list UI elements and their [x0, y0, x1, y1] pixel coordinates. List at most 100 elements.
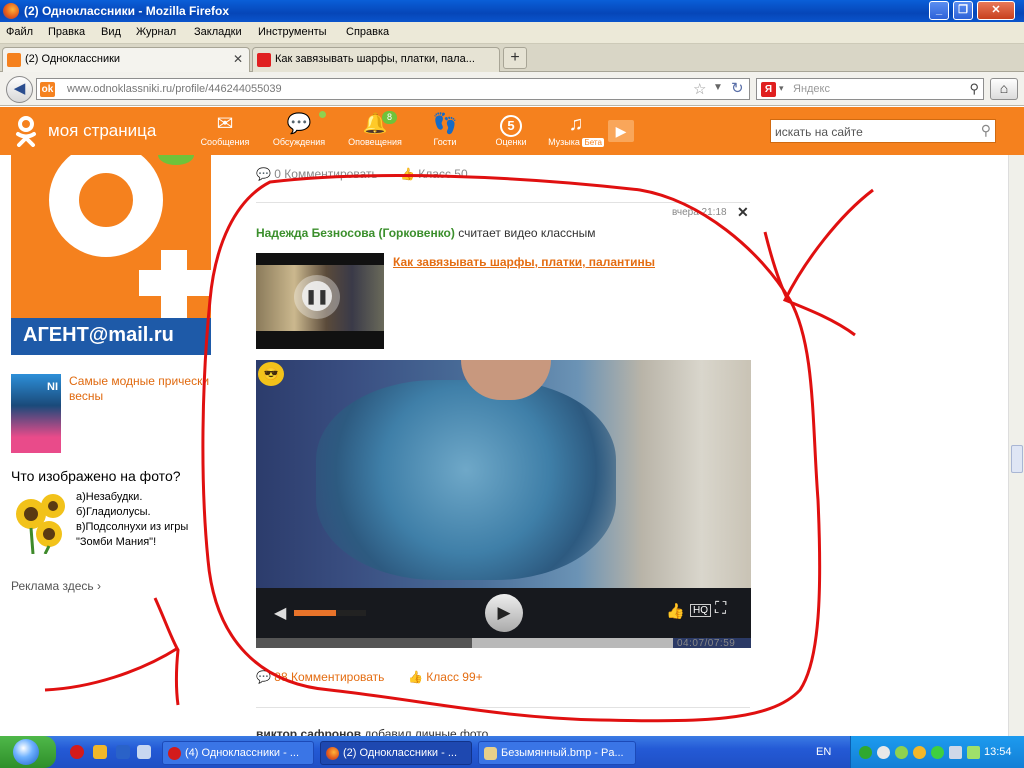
start-button[interactable] [0, 736, 56, 768]
quiz-option[interactable]: б)Гладиолусы. [76, 505, 188, 520]
sunflower-image[interactable] [11, 492, 69, 554]
search-placeholder: Яндекс [793, 83, 830, 95]
volume-icon[interactable]: ◀ [274, 603, 286, 623]
music-play-icon[interactable]: ▶ [608, 120, 634, 142]
promo-link[interactable]: Самые модные прически весны [69, 374, 214, 404]
icq-icon[interactable] [931, 746, 944, 759]
reload-icon[interactable]: ↻ [731, 79, 744, 97]
thumbs-up-icon: 👍 [400, 167, 415, 181]
volume-tray-icon[interactable] [949, 746, 962, 759]
fullscreen-icon[interactable]: ⛶ [715, 600, 726, 618]
promo-photo[interactable]: NI [11, 374, 61, 453]
agent-tray-icon[interactable] [913, 746, 926, 759]
minimize-icon[interactable]: _ [929, 1, 949, 20]
menu-history[interactable]: Журнал [136, 26, 176, 38]
agent-mail-logo[interactable]: АГЕНТ@mail.ru [11, 318, 211, 355]
tab-youtube[interactable]: Как завязывать шарфы, платки, пала... [252, 47, 500, 72]
nav-notifications[interactable]: 🔔 Оповещения 8 [345, 111, 405, 147]
menu-bar: Файл Правка Вид Журнал Закладки Инструме… [0, 22, 1024, 44]
menu-view[interactable]: Вид [101, 26, 121, 38]
quiz-option[interactable]: в)Подсолнухи из игры [76, 520, 188, 535]
video-controls: ◀ ▶ 👍 HQ ⛶ [256, 588, 751, 638]
next-author-link[interactable]: виктор сафронов [256, 727, 361, 736]
search-icon[interactable]: ⚲ [969, 81, 979, 97]
history-dropdown-icon[interactable]: ▼ [713, 82, 723, 93]
quiz-option[interactable]: "Зомби Мания"! [76, 535, 188, 550]
ok-favicon-icon [7, 53, 21, 67]
nav-label: Сообщения [200, 137, 250, 147]
tab-odnoklassniki[interactable]: (2) Одноклассники ✕ [2, 47, 250, 72]
task-opera[interactable]: (4) Одноклассники - ... [162, 741, 314, 765]
menu-file[interactable]: Файл [6, 26, 33, 38]
task-paint[interactable]: Безымянный.bmp - Pa... [478, 741, 636, 765]
play-button[interactable]: ▶ [485, 594, 523, 632]
menu-tools[interactable]: Инструменты [258, 26, 327, 38]
author-link[interactable]: Надежда Безносова (Горковенко) [256, 226, 455, 240]
menu-help[interactable]: Справка [346, 26, 389, 38]
nav-guests[interactable]: 👣 Гости [415, 111, 475, 147]
back-button[interactable]: ◀ [6, 76, 33, 103]
menu-bookmarks[interactable]: Закладки [194, 26, 242, 38]
site-search-input[interactable]: искать на сайте ⚲ [770, 119, 996, 143]
network-icon[interactable] [967, 746, 980, 759]
prev-comments-link[interactable]: 💬 0 Комментировать [256, 167, 378, 181]
hq-button[interactable]: HQ [690, 604, 711, 617]
nav-ratings[interactable]: 5 Оценки [481, 111, 541, 147]
opera-icon[interactable] [70, 745, 84, 759]
menu-edit[interactable]: Правка [48, 26, 85, 38]
engine-dropdown-icon[interactable]: ▾ [779, 83, 784, 94]
show-desktop-icon[interactable] [137, 745, 151, 759]
window-title-bar[interactable]: (2) Одноклассники - Mozilla Firefox _ ❐ … [0, 0, 1024, 22]
comments-link[interactable]: 💬 88 Комментировать [256, 670, 384, 684]
close-icon[interactable]: ✕ [977, 1, 1015, 20]
bookmark-star-icon[interactable]: ☆ [693, 80, 706, 98]
ad-link[interactable]: Реклама здесь › [11, 579, 101, 593]
video-title-link[interactable]: Как завязывать шарфы, платки, палантины [393, 255, 655, 269]
notification-badge: 8 [382, 111, 398, 124]
next-action-text: добавил личные фото [361, 727, 489, 736]
ok-logo-icon[interactable] [14, 115, 38, 147]
page-scrollbar[interactable] [1008, 155, 1024, 736]
close-icon[interactable]: ✕ [737, 204, 749, 221]
page-content: АГЕНТ@mail.ru NI Самые модные прически в… [0, 155, 1008, 736]
yandex-icon[interactable]: Я [761, 82, 776, 97]
restore-icon[interactable]: ❐ [953, 1, 973, 20]
site-identity-icon[interactable]: ok [40, 82, 55, 97]
task-label: (2) Одноклассники - ... [343, 747, 458, 759]
quiz-option[interactable]: а)Незабудки. [76, 490, 188, 505]
volume-slider[interactable] [294, 610, 366, 616]
address-bar[interactable]: ok www.odnoklassniki.ru/profile/44624405… [36, 78, 750, 100]
security-icon[interactable] [895, 746, 908, 759]
mail-agent-icon[interactable] [93, 745, 107, 759]
footprints-icon: 👣 [432, 113, 458, 135]
tab-close-icon[interactable]: ✕ [233, 52, 243, 66]
search-bar[interactable]: Я ▾ Яндекс ⚲ [756, 78, 984, 100]
new-tab-button[interactable]: + [503, 47, 527, 69]
tab-label: (2) Одноклассники [25, 53, 121, 65]
quiz-title: Что изображено на фото? [11, 468, 181, 484]
divider [256, 202, 750, 203]
nav-music[interactable]: ♫ Музыка Бета [546, 111, 606, 147]
taskbar: (4) Одноклассники - ... (2) Одноклассник… [0, 736, 1024, 768]
clock-app-icon[interactable] [877, 746, 890, 759]
class-link[interactable]: 👍 Класс 99+ [408, 670, 483, 684]
home-button[interactable]: ⌂ [990, 78, 1018, 100]
like-icon[interactable]: 👍 [666, 602, 685, 620]
utorrent-icon[interactable] [859, 746, 872, 759]
paint-icon [484, 747, 497, 760]
pause-icon[interactable]: ❚❚ [302, 281, 332, 311]
word-icon[interactable] [116, 745, 130, 759]
task-firefox[interactable]: (2) Одноклассники - ... [320, 741, 472, 765]
nav-messages[interactable]: ✉ Сообщения [195, 111, 255, 147]
youtube-favicon-icon [257, 53, 271, 67]
prev-class-link[interactable]: 👍 Класс 50 [400, 167, 468, 181]
video-thumbnail[interactable]: ❚❚ [256, 253, 384, 349]
language-indicator[interactable]: EN [816, 746, 831, 758]
my-page-link[interactable]: моя страница [48, 121, 156, 141]
nav-discussions[interactable]: 💬 Обсуждения [269, 111, 329, 147]
scrollbar-thumb[interactable] [1011, 445, 1023, 473]
video-progress-bar[interactable] [256, 638, 673, 648]
navigation-toolbar: ◀ ok www.odnoklassniki.ru/profile/446244… [0, 72, 1024, 106]
search-icon[interactable]: ⚲ [981, 122, 991, 139]
site-search-placeholder: искать на сайте [775, 125, 863, 139]
